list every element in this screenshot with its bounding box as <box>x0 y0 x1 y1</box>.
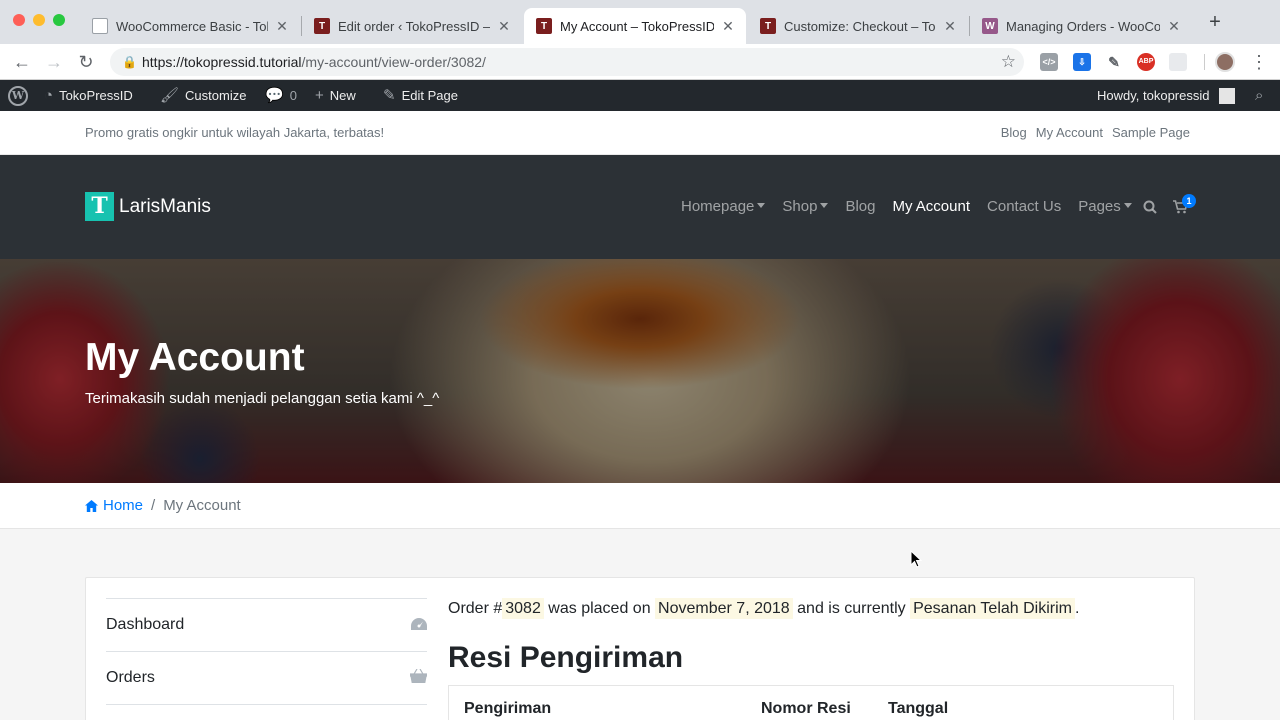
mouse-cursor-icon <box>910 550 922 568</box>
tokopress-favicon-icon: T <box>536 18 552 34</box>
lock-icon: 🔒 <box>122 55 137 69</box>
browser-tab-2[interactable]: T Edit order ‹ TokoPressID — ✕ <box>302 8 522 44</box>
comments-link[interactable]: 💬 0 <box>265 80 297 111</box>
caret-down-icon <box>757 203 766 209</box>
plus-icon: + <box>315 87 324 104</box>
account-navigation: Dashboard Orders <box>106 598 428 705</box>
main-navigation: Homepage Shop Blog My Account Contact Us… <box>681 198 1149 215</box>
code-extension-icon[interactable]: </> <box>1040 53 1058 71</box>
caret-down-icon <box>820 203 829 209</box>
hero-banner: My Account Terimakasih sudah menjadi pel… <box>0 259 1280 483</box>
site-brand[interactable]: T LarisManis <box>85 192 211 221</box>
back-arrow-icon[interactable]: ← <box>10 50 34 74</box>
resi-table: Pengiriman Nomor Resi Tanggal <box>448 685 1174 720</box>
browser-tab-bar: WooCommerce Basic - Toko ✕ T Edit order … <box>0 0 1280 44</box>
user-avatar <box>1219 87 1236 104</box>
top-link-sample-page[interactable]: Sample Page <box>1112 125 1190 140</box>
pencil-icon: ✎ <box>383 87 396 104</box>
forward-arrow-icon[interactable]: → <box>42 50 66 74</box>
howdy-user-menu[interactable]: Howdy, tokopressid <box>1097 80 1236 111</box>
close-tab-icon[interactable]: ✕ <box>274 18 290 35</box>
order-status: Pesanan Telah Dikirim <box>910 598 1075 619</box>
reload-icon[interactable]: ↻ <box>74 50 98 74</box>
wordpress-logo-button[interactable]: W <box>8 80 28 111</box>
resi-heading: Resi Pengiriman <box>448 641 684 674</box>
close-tab-icon[interactable]: ✕ <box>1166 18 1182 35</box>
order-summary-text: Order #3082 was placed on November 7, 20… <box>448 598 1080 619</box>
search-icon: ⌕ <box>1255 87 1264 104</box>
nav-item-pages[interactable]: Pages <box>1078 198 1132 215</box>
customize-link[interactable]: 🖌 Customize <box>160 80 246 111</box>
table-header-nomor-resi: Nomor Resi <box>761 700 851 717</box>
home-icon <box>85 499 98 512</box>
extension-icon[interactable]: ⇩ <box>1073 53 1091 71</box>
site-top-bar: Promo gratis ongkir untuk wilayah Jakart… <box>0 111 1280 155</box>
menu-kebab-icon[interactable]: ⋮ <box>1250 50 1268 74</box>
site-name-link[interactable]: ◔ TokoPressID <box>44 80 133 111</box>
order-number: 3082 <box>502 598 544 619</box>
edit-page-link[interactable]: ✎ Edit Page <box>383 80 458 111</box>
browser-tab-1[interactable]: WooCommerce Basic - Toko ✕ <box>80 8 300 44</box>
cloud-extension-icon[interactable] <box>1169 53 1187 71</box>
account-nav-dashboard[interactable]: Dashboard <box>106 598 427 651</box>
caret-down-icon <box>1123 203 1132 209</box>
document-icon <box>92 18 108 34</box>
account-nav-orders[interactable]: Orders <box>106 651 428 704</box>
admin-search-button[interactable]: ⌕ <box>1255 80 1263 111</box>
wordpress-logo-icon: W <box>8 85 28 106</box>
nav-item-my-account[interactable]: My Account <box>892 198 970 215</box>
account-content-card: Dashboard Orders Order #3082 was placed … <box>85 577 1195 720</box>
dashboard-icon <box>411 617 427 634</box>
maximize-window-button[interactable] <box>53 14 65 26</box>
nav-item-contact-us[interactable]: Contact Us <box>987 198 1061 215</box>
new-content-link[interactable]: + New <box>315 80 356 111</box>
new-tab-icon[interactable]: + <box>1205 12 1225 32</box>
nav-item-homepage[interactable]: Homepage <box>681 198 766 215</box>
browser-tab-5[interactable]: W Managing Orders - WooCom ✕ <box>970 8 1192 44</box>
close-tab-icon[interactable]: ✕ <box>942 18 958 35</box>
site-header: T LarisManis Homepage Shop Blog My Accou… <box>0 155 1280 259</box>
top-links: Blog My Account Sample Page <box>1001 125 1190 140</box>
bookmark-star-icon[interactable]: ☆ <box>1001 48 1016 76</box>
profile-avatar[interactable] <box>1215 52 1235 72</box>
tokopress-favicon-icon: T <box>760 18 776 34</box>
basket-icon <box>409 668 428 687</box>
nav-item-shop[interactable]: Shop <box>782 198 829 215</box>
tokopress-favicon-icon: T <box>314 18 330 34</box>
brand-logo-icon: T <box>85 192 114 221</box>
close-tab-icon[interactable]: ✕ <box>496 18 512 35</box>
browser-toolbar: ← → ↻ 🔒 https://tokopressid.tutorial/my-… <box>0 44 1280 80</box>
promo-text: Promo gratis ongkir untuk wilayah Jakart… <box>85 125 385 140</box>
breadcrumb: Home / My Account <box>0 483 1280 529</box>
woocommerce-favicon-icon: W <box>982 18 998 34</box>
order-date: November 7, 2018 <box>655 598 793 619</box>
page-subtitle: Terimakasih sudah menjadi pelanggan seti… <box>85 390 440 407</box>
minimize-window-button[interactable] <box>33 14 45 26</box>
table-header-pengiriman: Pengiriman <box>464 700 552 717</box>
search-icon[interactable] <box>1143 200 1157 218</box>
top-link-my-account[interactable]: My Account <box>1036 125 1103 140</box>
top-link-blog[interactable]: Blog <box>1001 125 1027 140</box>
breadcrumb-home-link[interactable]: Home <box>85 497 143 514</box>
dashboard-icon: ◔ <box>44 87 54 104</box>
browser-tab-3[interactable]: T My Account – TokoPressID ✕ <box>524 8 746 44</box>
brush-icon: 🖌 <box>160 87 180 104</box>
breadcrumb-current: My Account <box>163 497 241 514</box>
page-title: My Account <box>85 336 305 379</box>
adblock-icon[interactable]: ABP <box>1137 53 1155 71</box>
eyedropper-icon[interactable]: ✎ <box>1105 53 1123 71</box>
comment-icon: 💬 <box>265 87 284 104</box>
address-bar[interactable]: 🔒 https://tokopressid.tutorial/my-accoun… <box>110 48 1024 76</box>
close-tab-icon[interactable]: ✕ <box>720 18 736 35</box>
table-header-tanggal: Tanggal <box>888 700 949 717</box>
wp-admin-bar: W ◔ TokoPressID 🖌 Customize 💬 0 + New ✎ … <box>0 80 1280 111</box>
close-window-button[interactable] <box>13 14 25 26</box>
cart-count-badge: 1 <box>1182 194 1196 208</box>
browser-tab-4[interactable]: T Customize: Checkout – Toko ✕ <box>748 8 968 44</box>
nav-item-blog[interactable]: Blog <box>845 198 875 215</box>
